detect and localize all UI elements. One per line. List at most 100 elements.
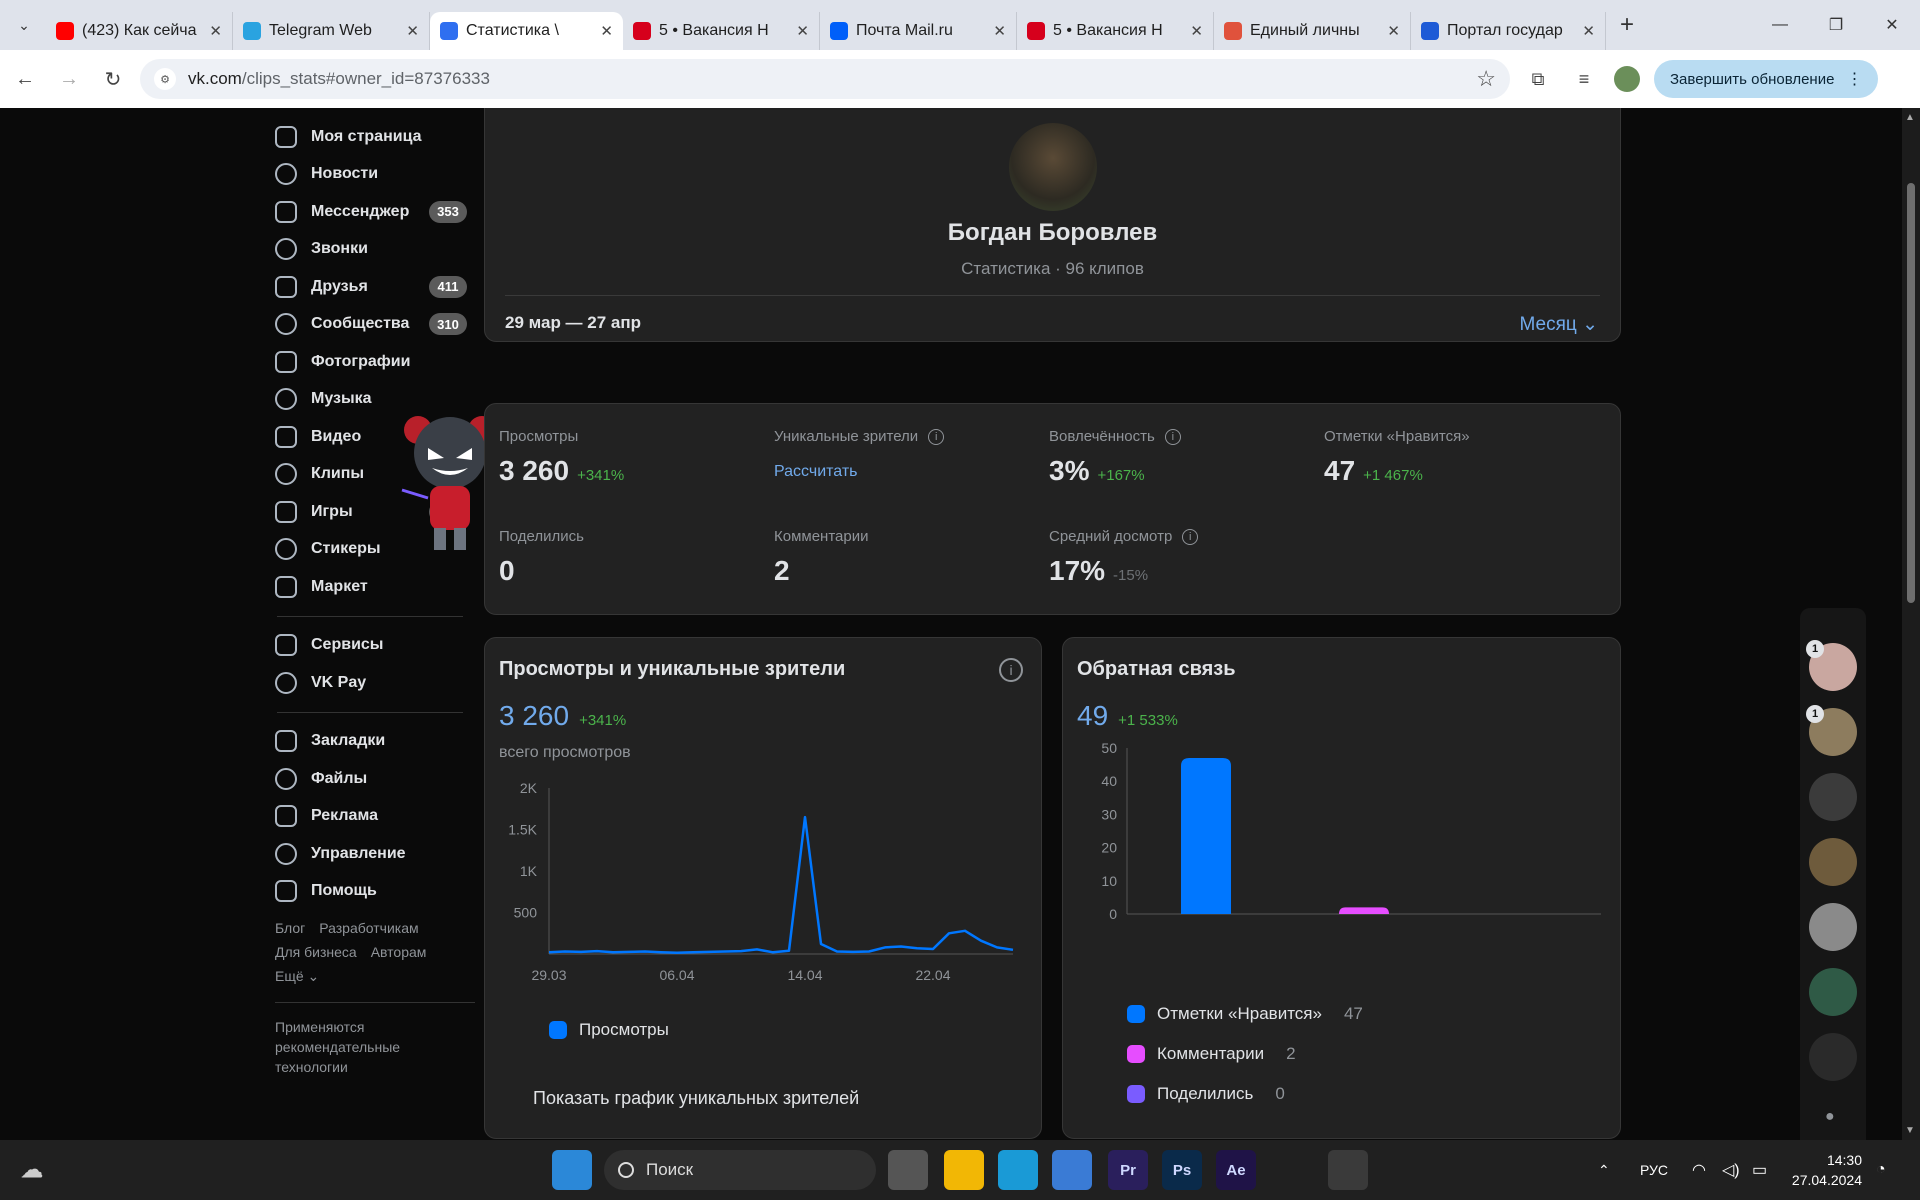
restore-button[interactable]: ❐ — [1808, 0, 1864, 50]
metric: Поделились 0 — [499, 528, 584, 587]
profile-avatar[interactable] — [1614, 66, 1640, 92]
store-icon[interactable] — [1052, 1150, 1092, 1190]
back-button[interactable]: ← — [6, 60, 44, 98]
scroll-down-icon[interactable]: ▼ — [1905, 1125, 1915, 1136]
sidebar-item[interactable]: Сообщества 310 — [275, 306, 475, 344]
chat-avatar[interactable] — [1809, 773, 1857, 821]
tab-close-icon[interactable]: ✕ — [1190, 22, 1203, 40]
sidebar-item[interactable]: Реклама — [275, 798, 475, 836]
photoshop-icon[interactable]: Ps — [1162, 1150, 1202, 1190]
sidebar-item[interactable]: Сервисы — [275, 627, 475, 665]
sidebar-item[interactable]: Закладки — [275, 723, 475, 761]
show-unique-viewers-link[interactable]: Показать график уникальных зрителей — [533, 1088, 859, 1109]
scroll-up-icon[interactable]: ▲ — [1905, 112, 1915, 123]
tray-chevron-icon[interactable]: ⌃ — [1598, 1140, 1610, 1200]
bookmark-star-icon[interactable]: ☆ — [1476, 66, 1496, 92]
explorer-icon[interactable] — [944, 1150, 984, 1190]
task-view-icon[interactable] — [888, 1150, 928, 1190]
sidebar-item[interactable]: Управление — [275, 835, 475, 873]
footer-link[interactable]: Блог — [275, 920, 305, 936]
browser-tab[interactable]: Статистика \ ✕ — [430, 12, 623, 50]
tab-close-icon[interactable]: ✕ — [796, 22, 809, 40]
forward-button[interactable]: → — [50, 60, 88, 98]
sidebar-item[interactable]: Помощь — [275, 873, 475, 911]
sidebar-item[interactable]: Маркет — [275, 568, 475, 606]
chat-avatar[interactable] — [1809, 968, 1857, 1016]
browser-tab[interactable]: 5 • Вакансия Н ✕ — [623, 12, 820, 50]
profile-name[interactable]: Богдан Боровлев — [485, 219, 1620, 247]
minimize-button[interactable]: — — [1752, 0, 1808, 50]
tab-close-icon[interactable]: ✕ — [1387, 22, 1400, 40]
weather-icon[interactable]: ☁ — [12, 1150, 52, 1190]
chat-avatar[interactable] — [1809, 1033, 1857, 1081]
tab-close-icon[interactable]: ✕ — [209, 22, 222, 40]
sidebar-item[interactable]: Звонки — [275, 231, 475, 269]
info-icon[interactable]: i — [999, 658, 1023, 682]
views-legend[interactable]: Просмотры — [549, 1020, 669, 1040]
browser-tab[interactable]: Единый личны ✕ — [1214, 12, 1411, 50]
chat-avatar[interactable] — [1809, 838, 1857, 886]
more-menu-icon[interactable]: ⋮ — [1846, 69, 1862, 89]
views-line-chart[interactable]: 500 1K 1.5K 2K 29.03 06.04 14.04 22.04 — [485, 778, 1043, 1008]
notifications-icon[interactable]: ◔ — [1876, 1140, 1886, 1200]
feedback-bar[interactable] — [1181, 757, 1231, 914]
browser-tab[interactable]: 5 • Вакансия Н ✕ — [1017, 12, 1214, 50]
browser-tab[interactable]: (423) Как сейча ✕ — [46, 12, 233, 50]
battery-icon[interactable]: ▭ — [1752, 1140, 1767, 1200]
tab-search-button[interactable]: ⌄ — [10, 11, 38, 39]
profile-avatar-large[interactable] — [1009, 123, 1097, 211]
tab-close-icon[interactable]: ✕ — [600, 22, 613, 40]
feedback-legend-item[interactable]: Отметки «Нравится» 47 — [1127, 1004, 1363, 1024]
sidebar-item[interactable]: Мессенджер 353 — [275, 193, 475, 231]
close-window-button[interactable]: ✕ — [1864, 0, 1920, 50]
premiere-icon[interactable]: Pr — [1108, 1150, 1148, 1190]
views-series-line[interactable] — [548, 815, 1014, 955]
volume-icon[interactable]: ◁) — [1722, 1140, 1740, 1200]
scrollbar-thumb[interactable] — [1907, 183, 1915, 603]
extensions-icon[interactable]: ⧉ — [1520, 61, 1556, 97]
media-control-icon[interactable]: ≡ — [1566, 61, 1602, 97]
input-language[interactable]: РУС — [1640, 1140, 1668, 1200]
chrome-icon[interactable] — [1328, 1150, 1368, 1190]
sidebar-item[interactable]: Новости — [275, 156, 475, 194]
sidebar-item[interactable]: VK Pay — [275, 664, 475, 702]
chat-avatar[interactable] — [1809, 903, 1857, 951]
period-label: Месяц — [1519, 314, 1577, 335]
clock[interactable]: 14:30 27.04.2024 — [1792, 1150, 1862, 1190]
period-select[interactable]: Месяц ⌄ — [1520, 313, 1598, 336]
footer-link[interactable]: Авторам — [371, 944, 427, 960]
tab-close-icon[interactable]: ✕ — [993, 22, 1006, 40]
browser-tab[interactable]: Портал государ ✕ — [1411, 12, 1606, 50]
info-icon[interactable]: i — [1182, 528, 1199, 545]
new-tab-button[interactable]: + — [1620, 11, 1634, 39]
reload-button[interactable]: ↻ — [94, 60, 132, 98]
start-button-icon[interactable] — [552, 1150, 592, 1190]
page-scrollbar[interactable]: ▲ ▼ — [1902, 108, 1920, 1140]
tab-close-icon[interactable]: ✕ — [406, 22, 419, 40]
sidebar-item[interactable]: Фотографии — [275, 343, 475, 381]
network-icon[interactable]: ◠ — [1692, 1140, 1706, 1200]
update-button[interactable]: Завершить обновление ⋮ — [1654, 60, 1879, 98]
address-bar[interactable]: ⚙ vk.com/clips_stats#owner_id=87376333 ☆ — [140, 59, 1510, 99]
taskbar-search[interactable]: Поиск — [604, 1150, 876, 1190]
tab-close-icon[interactable]: ✕ — [1582, 22, 1595, 40]
sidebar-item[interactable]: Моя страница — [275, 118, 475, 156]
feedback-legend-item[interactable]: Комментарии 2 — [1127, 1044, 1296, 1064]
footer-link[interactable]: Ещё ⌄ — [275, 968, 319, 984]
aftereffects-icon[interactable]: Ae — [1216, 1150, 1256, 1190]
info-icon[interactable]: i — [1164, 428, 1181, 445]
feedback-legend-item[interactable]: Поделились 0 — [1127, 1084, 1285, 1104]
chat-bubble-icon[interactable]: ● — [1825, 1108, 1835, 1126]
browser-tab[interactable]: Telegram Web ✕ — [233, 12, 430, 50]
calculate-link[interactable]: Рассчитать — [774, 463, 944, 481]
info-icon[interactable]: i — [928, 428, 945, 445]
sidebar-item[interactable]: Файлы — [275, 760, 475, 798]
feedback-bar-chart[interactable]: 0 10 20 30 40 50 — [1063, 738, 1622, 958]
site-info-icon[interactable]: ⚙ — [154, 68, 176, 90]
footer-link[interactable]: Разработчикам — [319, 920, 418, 936]
browser-tab[interactable]: Почта Mail.ru ✕ — [820, 12, 1017, 50]
footer-link[interactable]: Для бизнеса — [275, 944, 357, 960]
sidebar-item[interactable]: Друзья 411 — [275, 268, 475, 306]
feedback-bar[interactable] — [1339, 907, 1389, 914]
edge-icon[interactable] — [998, 1150, 1038, 1190]
